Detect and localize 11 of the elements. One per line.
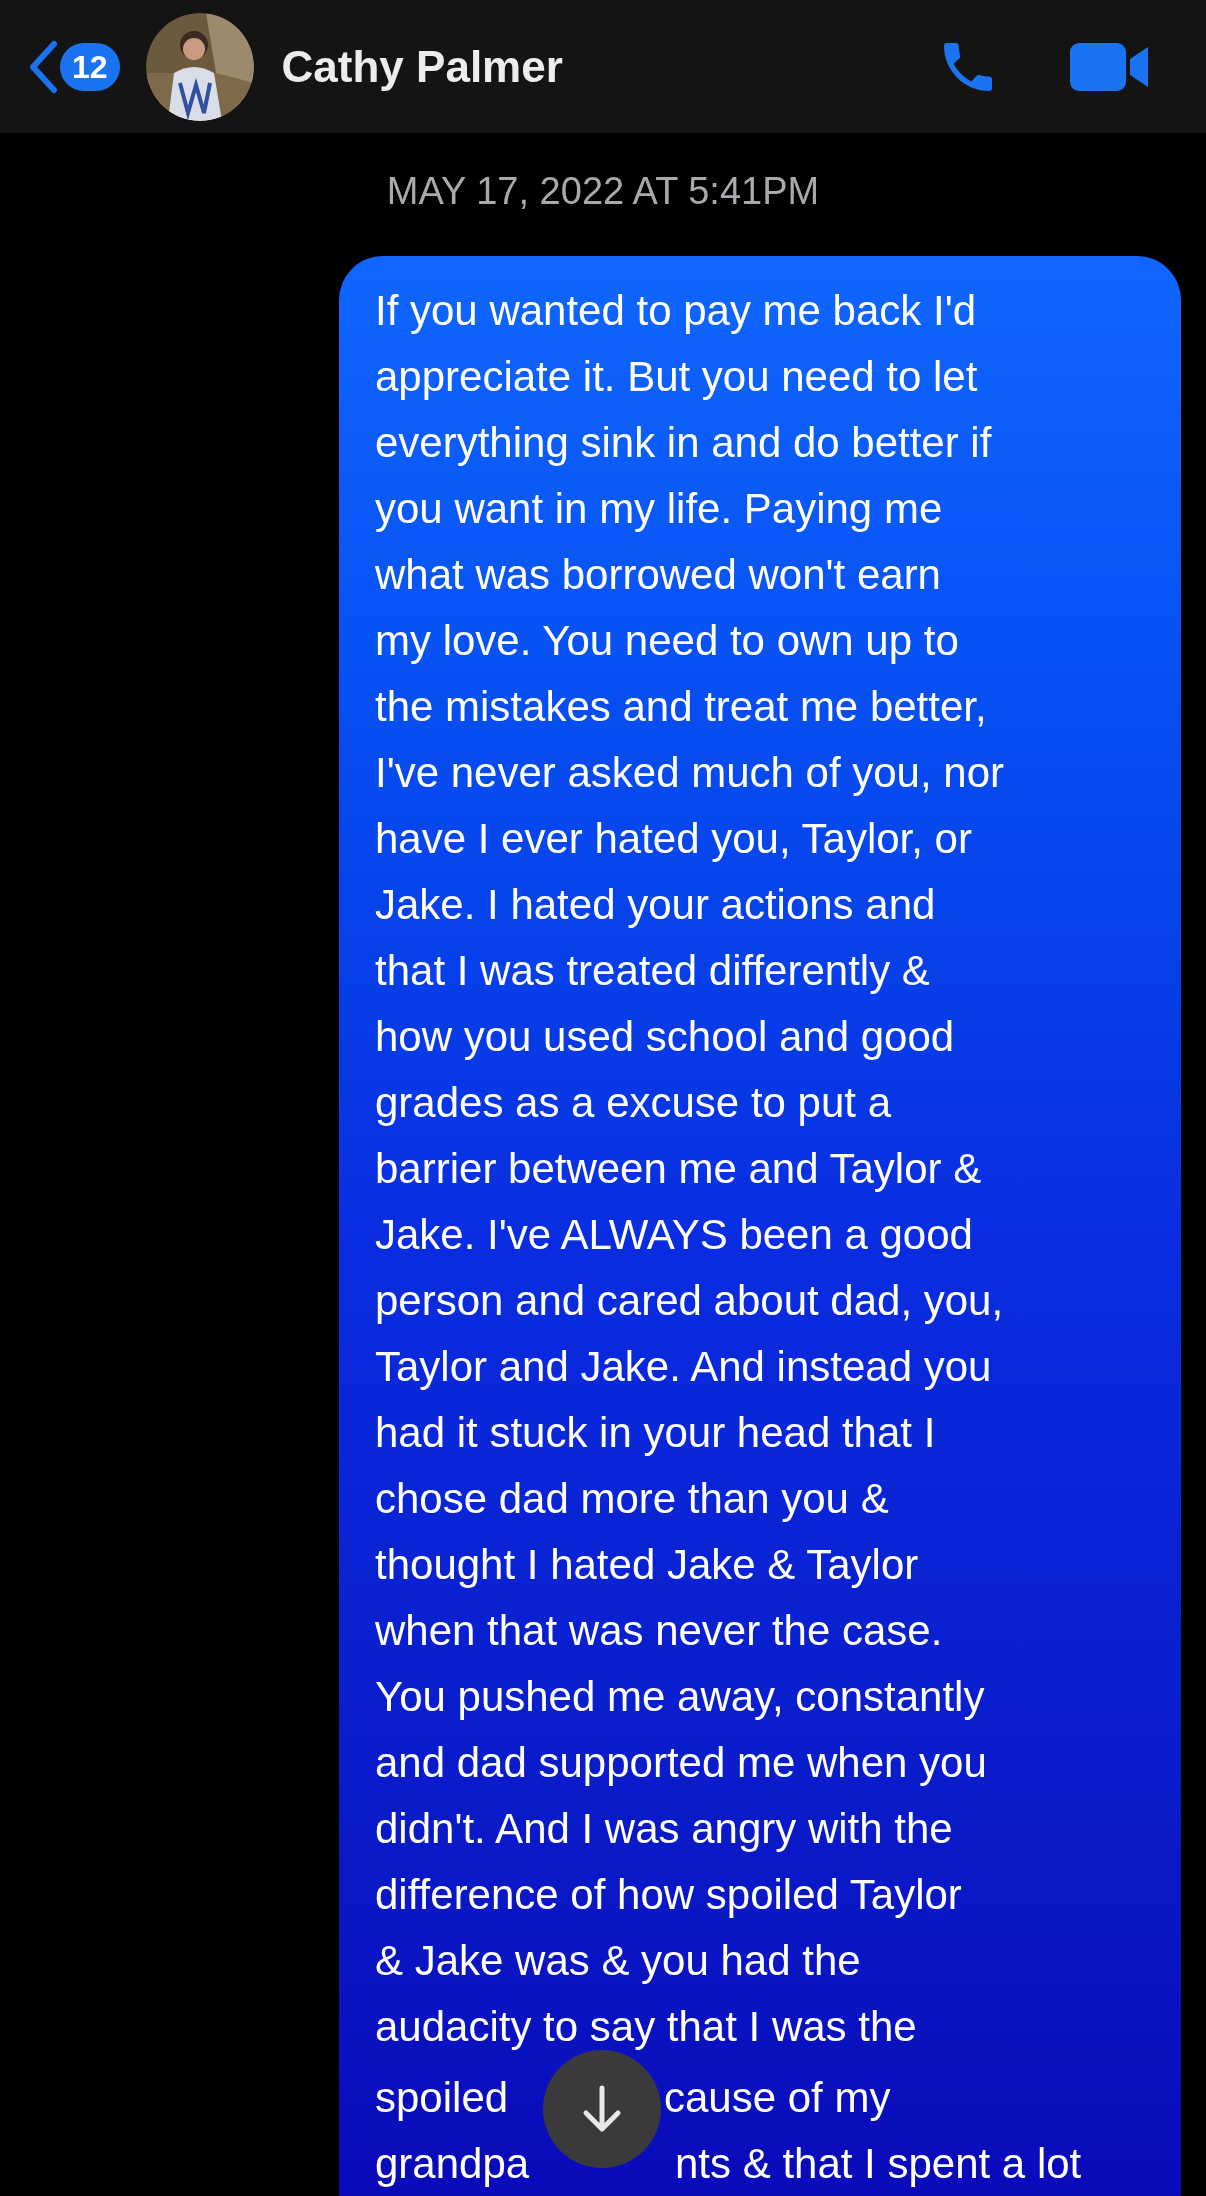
message-text: audacity to say that I was the	[375, 2004, 917, 2050]
message-text: grandpa	[375, 2138, 530, 2189]
back-button[interactable]: 12	[28, 39, 120, 94]
message-text: cause of my	[664, 2072, 891, 2123]
unread-count: 12	[60, 42, 120, 91]
message-text: spoiled	[375, 2072, 509, 2123]
message-text: nts & that I spent a lot	[675, 2138, 1082, 2189]
message-timestamp: MAY 17, 2022 AT 5:41PM	[385, 169, 821, 214]
back-chevron-icon	[28, 39, 58, 94]
contact-name: Cathy Palmer	[281, 40, 563, 93]
video-camera-icon[interactable]	[1070, 40, 1150, 93]
